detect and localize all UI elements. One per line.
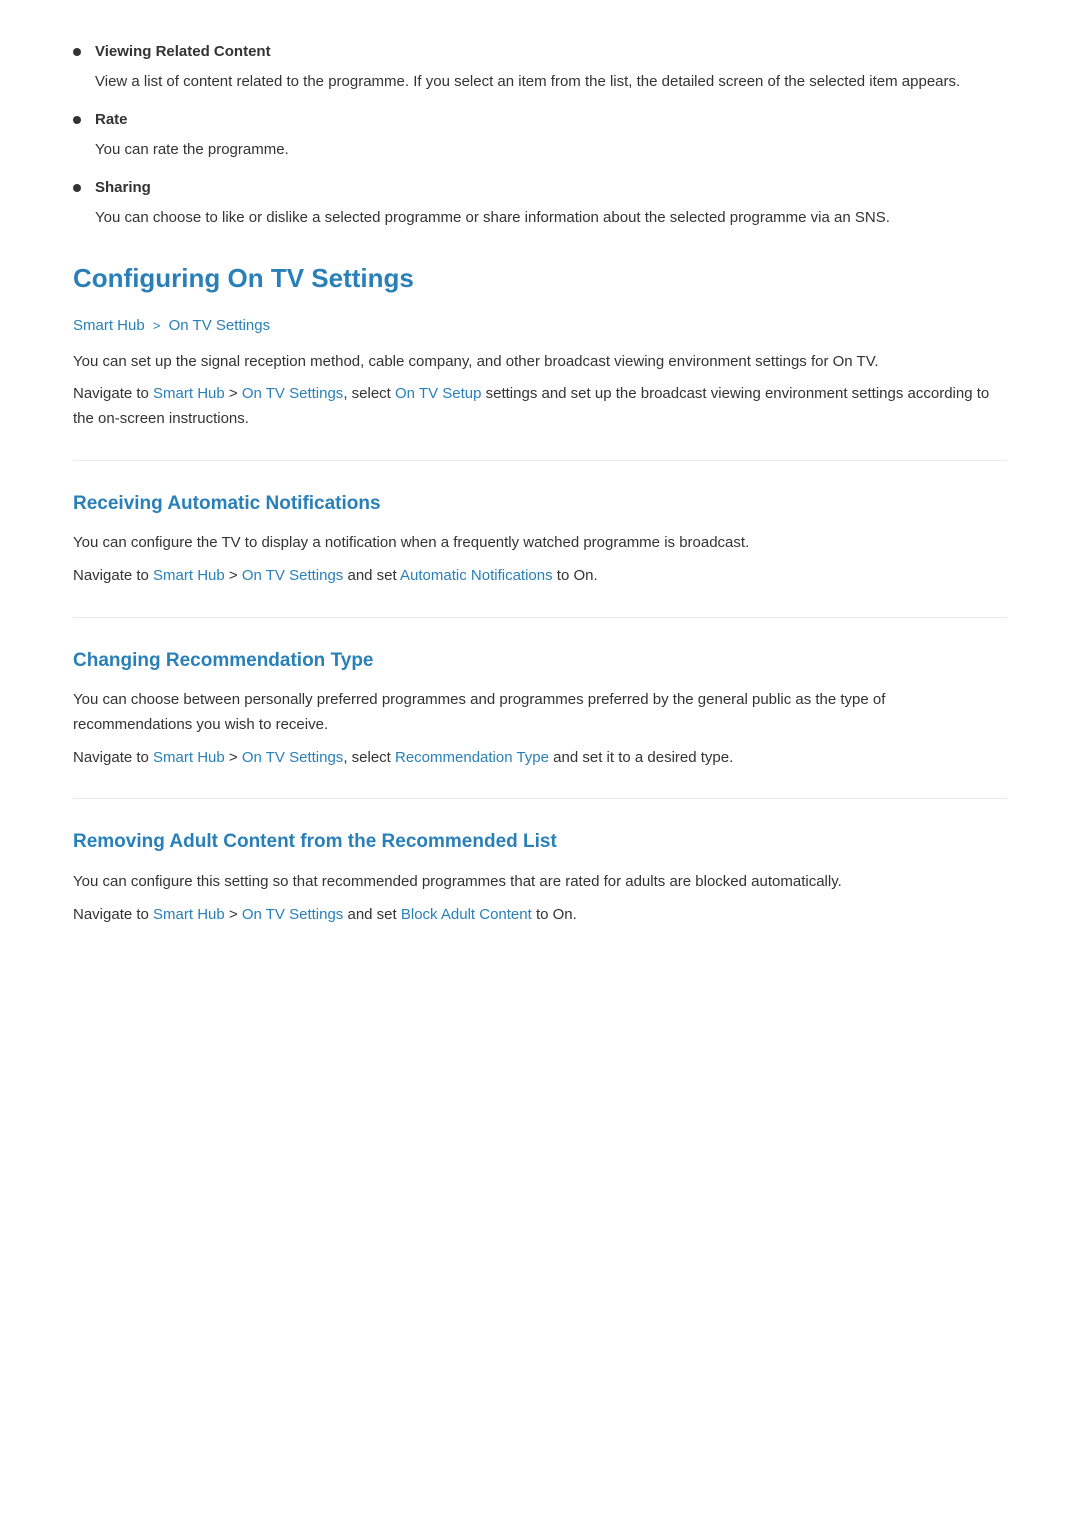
intro2-sep: > — [225, 385, 242, 402]
bullet-list: Viewing Related Content View a list of c… — [73, 40, 1007, 230]
bullet-title-viewing: Viewing Related Content — [95, 40, 271, 64]
removing-on-tv-settings-link[interactable]: On TV Settings — [242, 906, 343, 923]
bullet-desc-rate: You can rate the programme. — [95, 138, 1007, 162]
list-item: Rate — [73, 108, 1007, 132]
breadcrumb-separator: > — [153, 318, 161, 333]
intro2-prefix: Navigate to — [73, 385, 153, 402]
changing-body1: You can choose between personally prefer… — [73, 688, 1007, 738]
bullet-title-sharing: Sharing — [95, 176, 151, 200]
receiving-prefix: Navigate to — [73, 567, 153, 584]
removing-heading: Removing Adult Content from the Recommen… — [73, 827, 1007, 857]
bullet-icon — [73, 116, 81, 124]
configuring-heading: Configuring On TV Settings — [73, 258, 1007, 300]
bullet-desc-sharing: You can choose to like or dislike a sele… — [95, 206, 1007, 230]
intro2-on-tv-settings-link[interactable]: On TV Settings — [242, 385, 343, 402]
receiving-auto-notif-link[interactable]: Automatic Notifications — [400, 567, 553, 584]
removing-block-adult-link[interactable]: Block Adult Content — [401, 906, 532, 923]
breadcrumb-on-tv-settings[interactable]: On TV Settings — [169, 317, 270, 334]
changing-section: Changing Recommendation Type You can cho… — [73, 617, 1007, 771]
removing-smart-hub-link[interactable]: Smart Hub — [153, 906, 225, 923]
bullet-icon — [73, 184, 81, 192]
receiving-mid: and set — [343, 567, 400, 584]
removing-body2: Navigate to Smart Hub > On TV Settings a… — [73, 903, 1007, 928]
removing-body1: You can configure this setting so that r… — [73, 870, 1007, 895]
receiving-body1: You can configure the TV to display a no… — [73, 531, 1007, 556]
receiving-suffix: to On. — [553, 567, 598, 584]
receiving-smart-hub-link[interactable]: Smart Hub — [153, 567, 225, 584]
list-item: Viewing Related Content — [73, 40, 1007, 64]
receiving-on-tv-settings-link[interactable]: On TV Settings — [242, 567, 343, 584]
changing-suffix: and set it to a desired type. — [549, 749, 733, 766]
bullet-desc-viewing: View a list of content related to the pr… — [95, 70, 1007, 94]
receiving-body2: Navigate to Smart Hub > On TV Settings a… — [73, 564, 1007, 589]
bullet-title-rate: Rate — [95, 108, 128, 132]
changing-prefix: Navigate to — [73, 749, 153, 766]
breadcrumb-smart-hub[interactable]: Smart Hub — [73, 317, 145, 334]
changing-rec-type-link[interactable]: Recommendation Type — [395, 749, 549, 766]
intro2-on-tv-setup-link[interactable]: On TV Setup — [395, 385, 481, 402]
removing-section: Removing Adult Content from the Recommen… — [73, 798, 1007, 927]
changing-body2: Navigate to Smart Hub > On TV Settings, … — [73, 746, 1007, 771]
intro2-smart-hub-link[interactable]: Smart Hub — [153, 385, 225, 402]
changing-mid: , select — [343, 749, 395, 766]
configuring-intro1: You can set up the signal reception meth… — [73, 350, 1007, 375]
breadcrumb: Smart Hub > On TV Settings — [73, 314, 1007, 338]
changing-smart-hub-link[interactable]: Smart Hub — [153, 749, 225, 766]
list-item: Sharing — [73, 176, 1007, 200]
configuring-intro2: Navigate to Smart Hub > On TV Settings, … — [73, 382, 1007, 432]
changing-heading: Changing Recommendation Type — [73, 646, 1007, 676]
removing-sep: > — [225, 906, 242, 923]
changing-sep: > — [225, 749, 242, 766]
changing-on-tv-settings-link[interactable]: On TV Settings — [242, 749, 343, 766]
receiving-section: Receiving Automatic Notifications You ca… — [73, 460, 1007, 589]
receiving-sep: > — [225, 567, 242, 584]
intro2-mid: , select — [343, 385, 395, 402]
removing-suffix: to On. — [532, 906, 577, 923]
removing-mid: and set — [343, 906, 401, 923]
receiving-heading: Receiving Automatic Notifications — [73, 489, 1007, 519]
bullet-icon — [73, 48, 81, 56]
configuring-section: Configuring On TV Settings Smart Hub > O… — [73, 258, 1007, 432]
removing-prefix: Navigate to — [73, 906, 153, 923]
